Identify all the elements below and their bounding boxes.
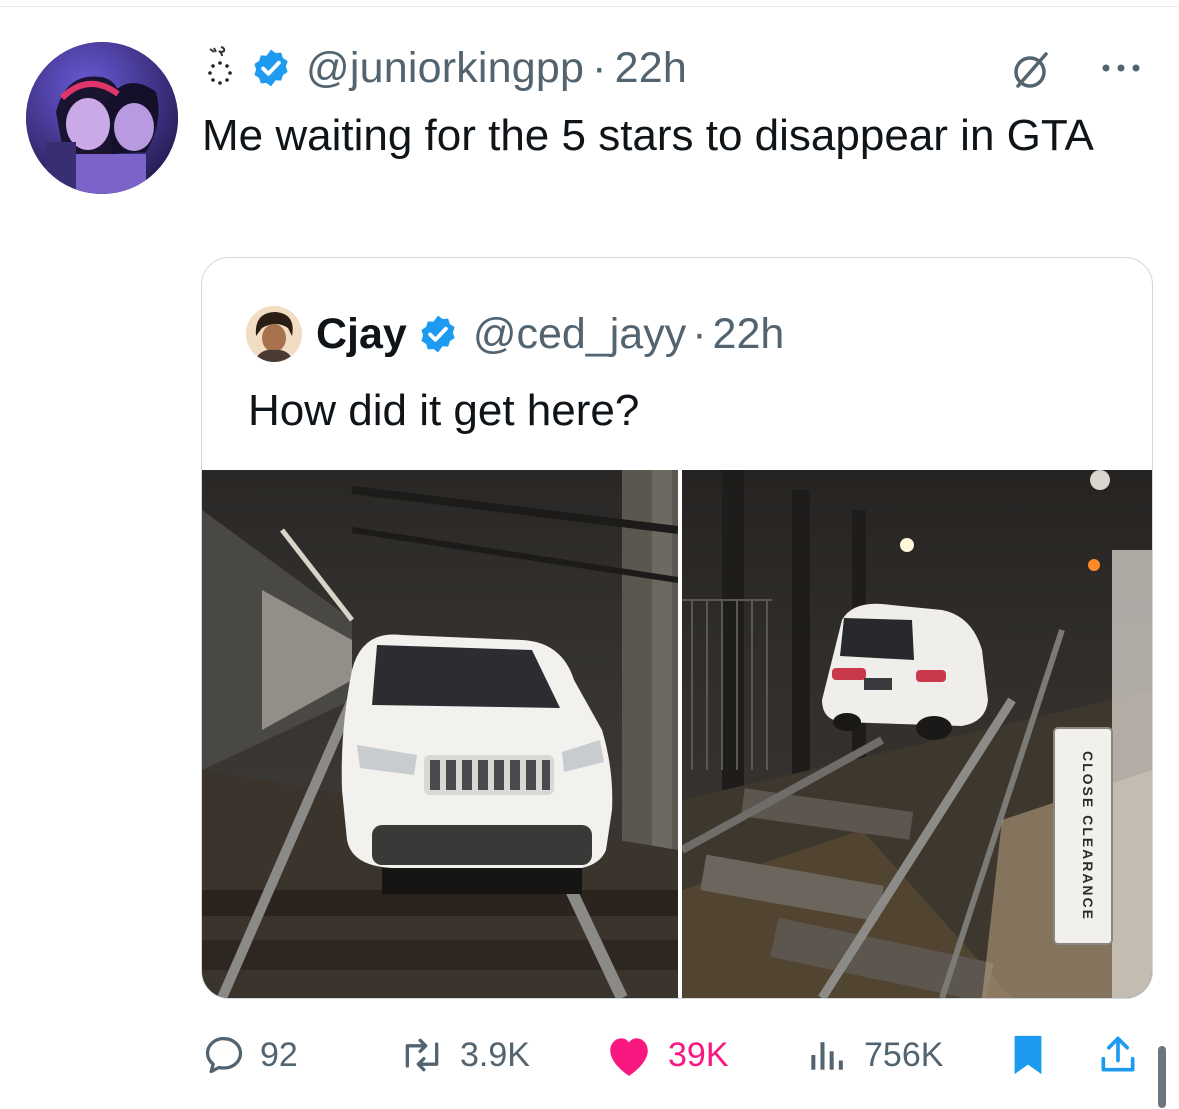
views-button[interactable]: 756K	[806, 1030, 943, 1080]
views-count: 756K	[864, 1035, 944, 1074]
quoted-tweet-card[interactable]: Cjay @ced_jayy · 22h How did it get here…	[201, 257, 1153, 999]
like-button[interactable]: 39K	[604, 1030, 729, 1080]
quoted-tweet-text: How did it get here?	[248, 386, 640, 435]
verified-badge-icon	[250, 47, 292, 89]
heart-icon	[610, 1038, 648, 1076]
top-divider	[0, 0, 1179, 7]
close-clearance-sign: CLOSE CLEARANCE	[1053, 727, 1113, 945]
quoted-photo-left[interactable]	[202, 470, 678, 998]
tweet-time[interactable]: 22h	[615, 44, 687, 93]
share-icon	[1101, 1036, 1135, 1072]
quoted-tweet-header: Cjay @ced_jayy · 22h	[246, 306, 784, 362]
more-options-icon[interactable]	[1096, 48, 1146, 88]
repost-icon	[405, 1038, 439, 1072]
quoted-author-handle[interactable]: @ced_jayy	[473, 310, 686, 359]
scrollbar[interactable]	[1158, 1046, 1166, 1108]
reply-count: 92	[260, 1035, 298, 1074]
author-avatar[interactable]	[26, 42, 178, 194]
close-clearance-sign-text: CLOSE CLEARANCE	[1080, 751, 1096, 921]
sparkle-ring-icon	[196, 43, 244, 93]
like-count: 39K	[668, 1035, 729, 1074]
quoted-photo-right[interactable]: CLOSE CLEARANCE	[682, 470, 1152, 998]
repost-button[interactable]: 3.9K	[398, 1030, 530, 1080]
reply-icon	[205, 1036, 243, 1074]
bookmark-button[interactable]	[1008, 1030, 1062, 1080]
quoted-author-avatar[interactable]	[246, 306, 302, 362]
grok-icon[interactable]	[1010, 48, 1054, 92]
tweet-text: Me waiting for the 5 stars to disappear …	[202, 111, 1094, 160]
bookmark-icon	[1014, 1035, 1042, 1075]
verified-badge-icon	[417, 313, 459, 355]
views-chart-icon	[811, 1042, 843, 1070]
author-handle[interactable]: @juniorkingpp	[306, 44, 584, 93]
share-button[interactable]	[1096, 1030, 1154, 1080]
repost-count: 3.9K	[460, 1035, 530, 1074]
reply-button[interactable]: 92	[202, 1030, 298, 1080]
separator-dot: ·	[692, 309, 707, 358]
quoted-author-name[interactable]: Cjay	[316, 310, 407, 359]
tweet-actions-bar: 92 3.9K 39K 756K	[0, 1020, 1179, 1090]
tweet-header: @juniorkingpp · 22h	[196, 40, 687, 96]
separator-dot: ·	[592, 43, 607, 92]
quoted-tweet-time: 22h	[712, 309, 785, 358]
